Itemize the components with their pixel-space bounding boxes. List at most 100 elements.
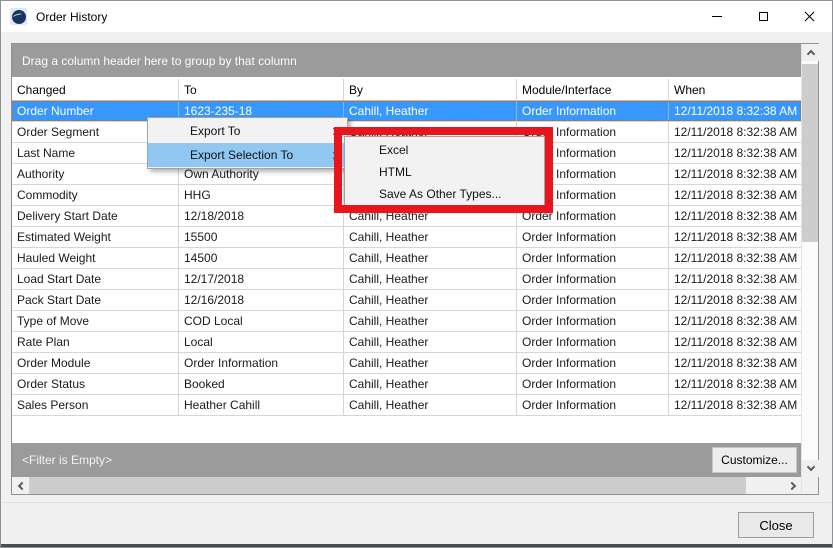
grid-cell[interactable]: Order Information: [517, 332, 669, 352]
grid-cell[interactable]: Order Information: [517, 227, 669, 247]
grid-row[interactable]: Load Start Date12/17/2018Cahill, Heather…: [12, 269, 801, 290]
grid-cell[interactable]: Hauled Weight: [12, 248, 179, 268]
grid-cell[interactable]: HHG: [179, 185, 344, 205]
grid-cell[interactable]: Commodity: [12, 185, 179, 205]
grid-cell[interactable]: Cahill, Heather: [344, 206, 517, 226]
grid-cell[interactable]: 12/11/2018 8:32:38 AM: [669, 290, 801, 310]
grid-cell[interactable]: 12/11/2018 8:32:38 AM: [669, 185, 801, 205]
vertical-scroll-track[interactable]: [802, 61, 818, 460]
grid-cell[interactable]: 12/11/2018 8:32:38 AM: [669, 143, 801, 163]
grid-cell[interactable]: Order Information: [517, 206, 669, 226]
grid-cell[interactable]: Cahill, Heather: [344, 290, 517, 310]
column-header[interactable]: By: [344, 79, 517, 100]
grid-cell[interactable]: Pack Start Date: [12, 290, 179, 310]
grid-cell[interactable]: 12/11/2018 8:32:38 AM: [669, 101, 801, 121]
grid-cell[interactable]: 12/11/2018 8:32:38 AM: [669, 353, 801, 373]
grid-cell[interactable]: Delivery Start Date: [12, 206, 179, 226]
grid-cell[interactable]: Order Information: [517, 248, 669, 268]
vertical-scroll-thumb[interactable]: [802, 64, 818, 242]
grid-row[interactable]: Hauled Weight14500Cahill, HeatherOrder I…: [12, 248, 801, 269]
grid-row[interactable]: Delivery Start Date12/18/2018Cahill, Hea…: [12, 206, 801, 227]
grid-cell[interactable]: Order Information: [517, 395, 669, 415]
grid-cell[interactable]: Order Information: [517, 269, 669, 289]
close-window-button[interactable]: [786, 1, 832, 32]
grid-cell[interactable]: Booked: [179, 374, 344, 394]
horizontal-scroll-track[interactable]: [29, 477, 784, 494]
grid-cell[interactable]: Order Information: [179, 353, 344, 373]
grid-cell[interactable]: Cahill, Heather: [344, 353, 517, 373]
grid-cell[interactable]: 12/18/2018: [179, 206, 344, 226]
grid-row[interactable]: Pack Start Date12/16/2018Cahill, Heather…: [12, 290, 801, 311]
grid-cell[interactable]: 12/11/2018 8:32:38 AM: [669, 332, 801, 352]
grid-cell[interactable]: 12/11/2018 8:32:38 AM: [669, 374, 801, 394]
grid-row[interactable]: Type of MoveCOD LocalCahill, HeatherOrde…: [12, 311, 801, 332]
grid-cell[interactable]: Cahill, Heather: [344, 374, 517, 394]
customize-button[interactable]: Customize...: [712, 447, 797, 473]
grid-cell[interactable]: Sales Person: [12, 395, 179, 415]
grid-cell[interactable]: Order Information: [517, 374, 669, 394]
grid-cell[interactable]: Type of Move: [12, 311, 179, 331]
grid-cell[interactable]: 14500: [179, 248, 344, 268]
horizontal-scroll-thumb[interactable]: [29, 477, 746, 494]
close-button[interactable]: Close: [738, 512, 814, 538]
grid-cell[interactable]: Cahill, Heather: [344, 311, 517, 331]
column-header[interactable]: To: [179, 79, 344, 100]
grid-cell[interactable]: 12/17/2018: [179, 269, 344, 289]
grid-cell[interactable]: Cahill, Heather: [344, 248, 517, 268]
grid-cell[interactable]: Estimated Weight: [12, 227, 179, 247]
grid-cell[interactable]: Order Information: [517, 101, 669, 121]
grid-row-selected[interactable]: Order Number1623-235-18Cahill, HeatherOr…: [12, 101, 801, 122]
scroll-left-button[interactable]: [12, 477, 29, 494]
grid-cell[interactable]: Heather Cahill: [179, 395, 344, 415]
submenu-item[interactable]: HTML: [345, 161, 544, 183]
grid-cell[interactable]: 12/16/2018: [179, 290, 344, 310]
grid-cell[interactable]: Cahill, Heather: [344, 269, 517, 289]
grid-cell[interactable]: Order Module: [12, 353, 179, 373]
grid-cell[interactable]: 12/11/2018 8:32:38 AM: [669, 248, 801, 268]
grid-cell[interactable]: Order Information: [517, 311, 669, 331]
grid-cell[interactable]: 12/11/2018 8:32:38 AM: [669, 227, 801, 247]
grid-cell[interactable]: Cahill, Heather: [344, 332, 517, 352]
grid-row[interactable]: Rate PlanLocalCahill, HeatherOrder Infor…: [12, 332, 801, 353]
minimize-button[interactable]: [694, 1, 740, 32]
grid-cell[interactable]: 15500: [179, 227, 344, 247]
grid-cell[interactable]: Rate Plan: [12, 332, 179, 352]
grid-cell[interactable]: 12/11/2018 8:32:38 AM: [669, 311, 801, 331]
grid-cell[interactable]: Cahill, Heather: [344, 395, 517, 415]
grid-cell[interactable]: Local: [179, 332, 344, 352]
grid-cell[interactable]: 12/11/2018 8:32:38 AM: [669, 395, 801, 415]
grid-cell[interactable]: Cahill, Heather: [344, 101, 517, 121]
menu-item[interactable]: Export To: [148, 119, 347, 143]
scrollbar-corner: [802, 477, 818, 494]
minimize-icon: [712, 16, 722, 17]
column-header[interactable]: Changed: [12, 79, 179, 100]
grid-cell[interactable]: Order Information: [517, 353, 669, 373]
vertical-scrollbar[interactable]: [801, 44, 818, 494]
grid-cell[interactable]: Load Start Date: [12, 269, 179, 289]
submenu-item[interactable]: Excel: [345, 139, 544, 161]
grid-cell[interactable]: Order Status: [12, 374, 179, 394]
scroll-up-button[interactable]: [802, 44, 819, 61]
scroll-down-button[interactable]: [802, 460, 819, 477]
grid-row[interactable]: Estimated Weight15500Cahill, HeatherOrde…: [12, 227, 801, 248]
grid-row[interactable]: Order StatusBookedCahill, HeatherOrder I…: [12, 374, 801, 395]
scroll-right-button[interactable]: [784, 477, 801, 494]
grid-row[interactable]: Sales PersonHeather CahillCahill, Heathe…: [12, 395, 801, 416]
grid-cell[interactable]: 12/11/2018 8:32:38 AM: [669, 206, 801, 226]
horizontal-scrollbar[interactable]: [12, 477, 801, 494]
submenu-item[interactable]: Save As Other Types...: [345, 183, 544, 205]
grid-row[interactable]: Order ModuleOrder InformationCahill, Hea…: [12, 353, 801, 374]
filter-panel: <Filter is Empty> Customize...: [12, 443, 801, 477]
maximize-button[interactable]: [740, 1, 786, 32]
footer-separator: [2, 502, 831, 503]
grid-cell[interactable]: 12/11/2018 8:32:38 AM: [669, 122, 801, 142]
grid-cell[interactable]: 12/11/2018 8:32:38 AM: [669, 269, 801, 289]
grid-cell[interactable]: 12/11/2018 8:32:38 AM: [669, 164, 801, 184]
grid-cell[interactable]: COD Local: [179, 311, 344, 331]
grid-cell[interactable]: Order Information: [517, 290, 669, 310]
column-header[interactable]: When: [669, 79, 801, 100]
column-header[interactable]: Module/Interface: [517, 79, 669, 100]
menu-item[interactable]: Export Selection To: [148, 143, 347, 167]
group-by-panel[interactable]: Drag a column header here to group by th…: [12, 44, 801, 77]
grid-cell[interactable]: Cahill, Heather: [344, 227, 517, 247]
